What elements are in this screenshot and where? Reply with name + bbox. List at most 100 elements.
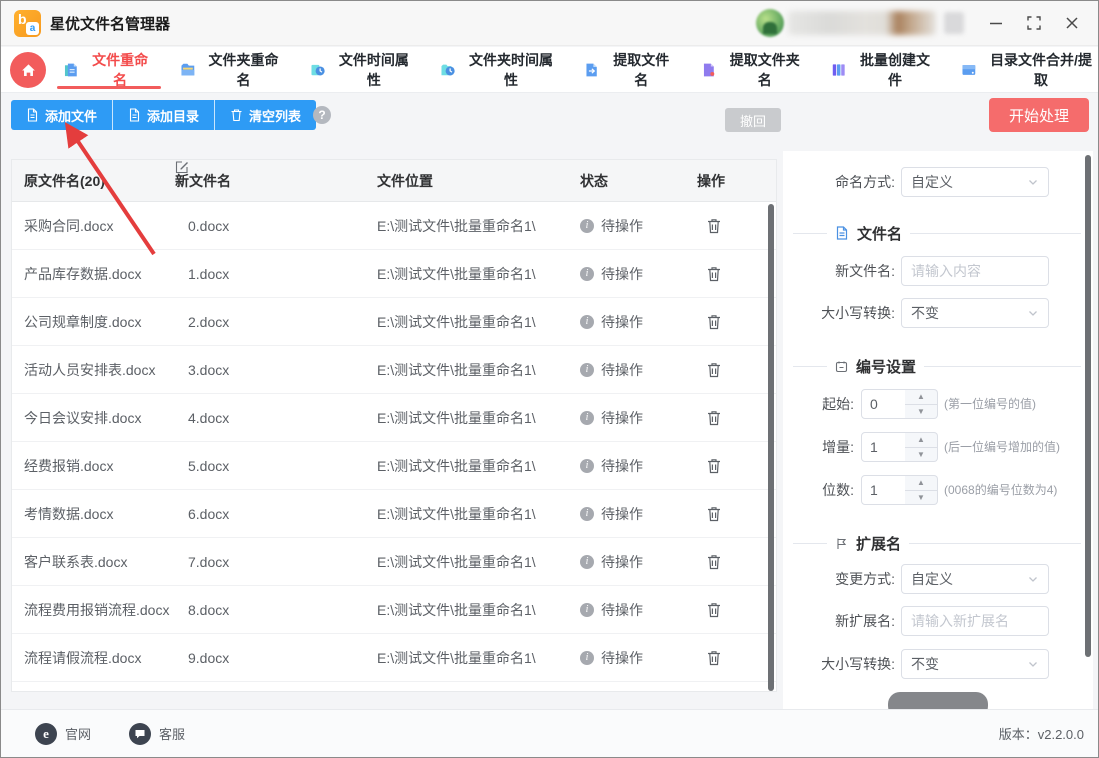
panel-scrollbar[interactable] xyxy=(1085,155,1091,657)
tab-merge-extract[interactable]: 目录文件合并/提取 xyxy=(961,47,1098,92)
new-filename: 1.docx xyxy=(188,250,229,298)
original-filename: 公司规章制度.docx xyxy=(24,298,141,346)
naming-method-select[interactable]: 自定义 xyxy=(901,167,1049,197)
original-filename: 考情数据.docx xyxy=(24,490,113,538)
action-cell xyxy=(704,202,724,250)
delete-row-button[interactable] xyxy=(704,407,724,429)
table-row: 产品库存数据.docx 1.docx E:\测试文件\批量重命名1\ i 待操作 xyxy=(12,250,776,298)
browser-e-icon: e xyxy=(35,723,57,745)
trash-icon xyxy=(706,409,722,427)
app-logo-icon: ba xyxy=(14,10,41,37)
digits-input[interactable] xyxy=(861,475,906,505)
table-row: i xyxy=(12,682,776,692)
new-filename: 0.docx xyxy=(188,202,229,250)
delete-row-button[interactable] xyxy=(704,551,724,573)
filename-case-select[interactable]: 不变 xyxy=(901,298,1049,328)
digits-label: 位数: xyxy=(783,475,854,505)
app-title: 星优文件名管理器 xyxy=(50,13,170,34)
numbering-section-title: 编号设置 xyxy=(856,356,916,377)
home-icon xyxy=(20,62,37,79)
delete-row-button[interactable] xyxy=(704,359,724,381)
delete-row-button[interactable] xyxy=(704,503,724,525)
trash-icon xyxy=(706,457,722,475)
trash-icon xyxy=(706,505,722,523)
status-cell: i 待操作 xyxy=(580,442,643,490)
start-number-hint: (第一位编号的值) xyxy=(944,389,1036,419)
maximize-button[interactable] xyxy=(1022,11,1046,35)
status-text: 待操作 xyxy=(601,202,643,250)
status-text: 待操作 xyxy=(601,538,643,586)
delete-row-button[interactable] xyxy=(704,647,724,669)
table-row: 经费报销.docx 5.docx E:\测试文件\批量重命名1\ i 待操作 xyxy=(12,442,776,490)
delete-row-button[interactable] xyxy=(704,599,724,621)
original-filename: 产品库存数据.docx xyxy=(24,250,141,298)
step-up-icon[interactable]: ▲ xyxy=(905,476,937,491)
file-location: E:\测试文件\批量重命名1\ xyxy=(377,394,536,442)
action-cell xyxy=(704,538,724,586)
version-text: 版本：v2.2.0.0 xyxy=(999,724,1084,743)
filename-case-label: 大小写转换: xyxy=(783,298,895,328)
tab-folder-time[interactable]: 文件夹时间属性 xyxy=(440,47,559,92)
status-text: 待操作 xyxy=(601,442,643,490)
start-process-button[interactable]: 开始处理 xyxy=(989,98,1089,132)
undo-button[interactable]: 撤回 xyxy=(725,108,781,132)
add-directory-button[interactable]: 添加目录 xyxy=(112,100,214,130)
status-cell: i 待操作 xyxy=(580,298,643,346)
filename-section-title: 文件名 xyxy=(857,223,902,244)
info-icon: i xyxy=(580,507,594,521)
extension-case-select[interactable]: 不变 xyxy=(901,649,1049,679)
new-extension-input[interactable] xyxy=(901,606,1049,636)
tab-folder-rename[interactable]: 文件夹重命名 xyxy=(180,47,285,92)
info-icon: i xyxy=(580,651,594,665)
tab-file-rename[interactable]: 文件重命名 xyxy=(63,47,155,92)
table-header: 原文件名(20) 新文件名 文件位置 状态 操作 xyxy=(12,160,776,202)
step-up-icon[interactable]: ▲ xyxy=(905,390,937,405)
info-icon: i xyxy=(580,555,594,569)
start-number-stepper: ▲▼ xyxy=(905,389,938,419)
trash-icon xyxy=(706,601,722,619)
status-text: 待操作 xyxy=(601,490,643,538)
clear-list-button[interactable]: 清空列表 xyxy=(214,100,316,130)
tab-file-time[interactable]: 文件时间属性 xyxy=(310,47,415,92)
delete-row-button[interactable] xyxy=(704,311,724,333)
step-down-icon[interactable]: ▼ xyxy=(905,405,937,419)
status-cell: i 待操作 xyxy=(580,202,643,250)
step-up-icon[interactable]: ▲ xyxy=(905,433,937,448)
start-number-input[interactable] xyxy=(861,389,906,419)
status-text: 待操作 xyxy=(601,394,643,442)
official-site-link[interactable]: e 官网 xyxy=(35,723,91,745)
status-cell: i 待操作 xyxy=(580,346,643,394)
status-text: 待操作 xyxy=(601,586,643,634)
batch-create-icon xyxy=(831,62,847,78)
minimize-button[interactable] xyxy=(984,11,1008,35)
add-file-button[interactable]: 添加文件 xyxy=(11,100,112,130)
action-cell xyxy=(704,490,724,538)
extension-section-header: 扩展名 xyxy=(793,534,1081,552)
step-down-icon[interactable]: ▼ xyxy=(905,491,937,505)
user-menu-redacted[interactable] xyxy=(944,12,964,34)
increment-input[interactable] xyxy=(861,432,906,462)
tab-batch-create[interactable]: 批量创建文件 xyxy=(831,47,936,92)
close-button[interactable] xyxy=(1060,11,1084,35)
original-filename: 采购合同.docx xyxy=(24,202,113,250)
col-original-name: 原文件名(20) xyxy=(24,160,105,202)
tab-extract-foldername[interactable]: 提取文件夹名 xyxy=(701,47,806,92)
help-icon[interactable]: ? xyxy=(313,106,331,124)
delete-row-button[interactable] xyxy=(704,263,724,285)
user-avatar[interactable] xyxy=(756,9,784,37)
user-name-redacted[interactable] xyxy=(788,11,936,35)
tab-extract-filename[interactable]: 提取文件名 xyxy=(584,47,676,92)
table-scrollbar[interactable] xyxy=(768,204,774,691)
new-filename-input[interactable] xyxy=(901,256,1049,286)
trash-icon xyxy=(706,265,722,283)
delete-row-button[interactable] xyxy=(704,455,724,477)
numbering-icon xyxy=(835,360,848,373)
new-filename: 3.docx xyxy=(188,346,229,394)
change-method-select[interactable]: 自定义 xyxy=(901,564,1049,594)
step-down-icon[interactable]: ▼ xyxy=(905,448,937,462)
customer-service-link[interactable]: 客服 xyxy=(129,723,185,745)
delete-row-button[interactable] xyxy=(704,215,724,237)
flag-icon xyxy=(835,537,848,550)
home-button[interactable] xyxy=(10,52,46,88)
table-row: 客户联系表.docx 7.docx E:\测试文件\批量重命名1\ i 待操作 xyxy=(12,538,776,586)
